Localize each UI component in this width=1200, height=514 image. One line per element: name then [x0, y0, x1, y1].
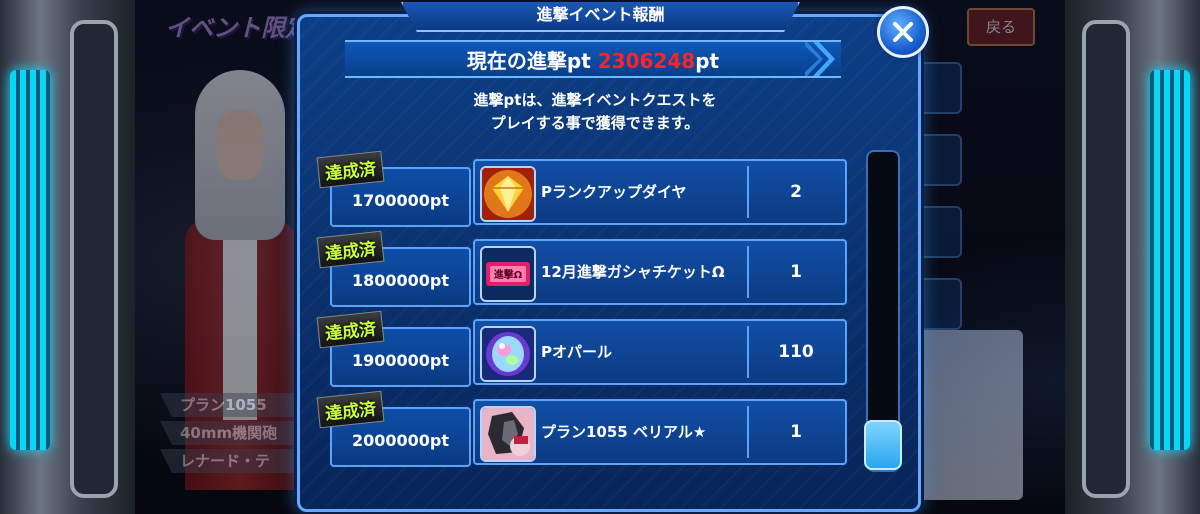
background-side-tabs	[918, 62, 962, 350]
background-tab	[918, 62, 962, 114]
reward-item[interactable]: 進撃Ω 12月進撃ガシャチケットΩ 1	[473, 239, 847, 305]
divider	[747, 406, 749, 458]
diamond-icon	[480, 166, 536, 222]
divider	[747, 246, 749, 298]
left-frame	[0, 0, 135, 514]
item-name: Pランクアップダイヤ	[541, 183, 687, 201]
description-line: 進撃ptは、進撃イベントクエストを	[473, 91, 717, 109]
chevron-right-icon	[805, 42, 835, 76]
item-name: プラン1055 ベリアル★	[541, 423, 707, 441]
background-list-item: レナード・テ	[160, 449, 310, 473]
item-quantity: 2	[790, 182, 802, 202]
reward-item[interactable]: プラン1055 ベリアル★ 1	[473, 399, 847, 465]
current-points-bar: 現在の進撃pt 2306248pt	[345, 40, 841, 78]
current-points-suffix: pt	[695, 48, 720, 73]
description-line: プレイする事で獲得できます。	[490, 114, 700, 132]
divider	[747, 326, 749, 378]
background-list-item: プラン1055	[160, 393, 310, 417]
character-face	[217, 110, 263, 180]
item-name: Pオパール	[541, 343, 612, 361]
background-event-title: イベント限定	[165, 14, 309, 42]
background-list: プラン1055 40mm機関砲 レナード・テ	[160, 393, 310, 477]
character-shirt	[223, 220, 257, 420]
reward-item[interactable]: Pランクアップダイヤ 2	[473, 159, 847, 225]
current-points-value: 2306248	[597, 48, 696, 73]
background-tab	[918, 278, 962, 330]
unit-portrait-icon	[480, 406, 536, 462]
background-tab	[918, 134, 962, 186]
reward-row: 達成済 1700000pt Pランクアップダイヤ 2	[316, 150, 847, 227]
frame-light	[10, 70, 50, 450]
scrollbar-thumb[interactable]	[864, 420, 902, 470]
opal-icon	[480, 326, 536, 382]
points-description: 進撃ptは、進撃イベントクエストを プレイする事で獲得できます。	[400, 89, 790, 135]
reward-row: 達成済 1900000pt Pオパール 110	[316, 310, 847, 387]
divider	[747, 166, 749, 218]
background-list-item: 40mm機関砲	[160, 421, 310, 445]
background-tab	[918, 206, 962, 258]
background-banner	[918, 330, 1023, 500]
right-frame	[1065, 0, 1200, 514]
frame-rail	[70, 20, 118, 498]
item-quantity: 1	[790, 422, 802, 442]
frame-light	[1150, 70, 1190, 450]
background-back-button: 戻る	[967, 8, 1035, 46]
frame-rail	[1082, 20, 1130, 498]
modal-title: 進撃イベント報酬	[401, 2, 800, 32]
item-quantity: 110	[778, 342, 814, 362]
item-quantity: 1	[790, 262, 802, 282]
current-points-text: 現在の進撃pt 2306248pt	[467, 45, 719, 74]
item-name: 12月進撃ガシャチケットΩ	[541, 263, 725, 281]
ticket-icon: 進撃Ω	[480, 246, 536, 302]
current-points-label: 現在の進撃pt	[466, 48, 591, 73]
reward-row: 達成済 2000000pt プラン1055 ベリアル★ 1	[316, 390, 847, 467]
ticket-icon-text: 進撃Ω	[494, 268, 523, 281]
reward-item[interactable]: Pオパール 110	[473, 319, 847, 385]
close-icon	[893, 22, 913, 42]
close-button[interactable]	[877, 6, 929, 58]
reward-row: 達成済 1800000pt 進撃Ω 12月進撃ガシャチケットΩ 1	[316, 230, 847, 307]
